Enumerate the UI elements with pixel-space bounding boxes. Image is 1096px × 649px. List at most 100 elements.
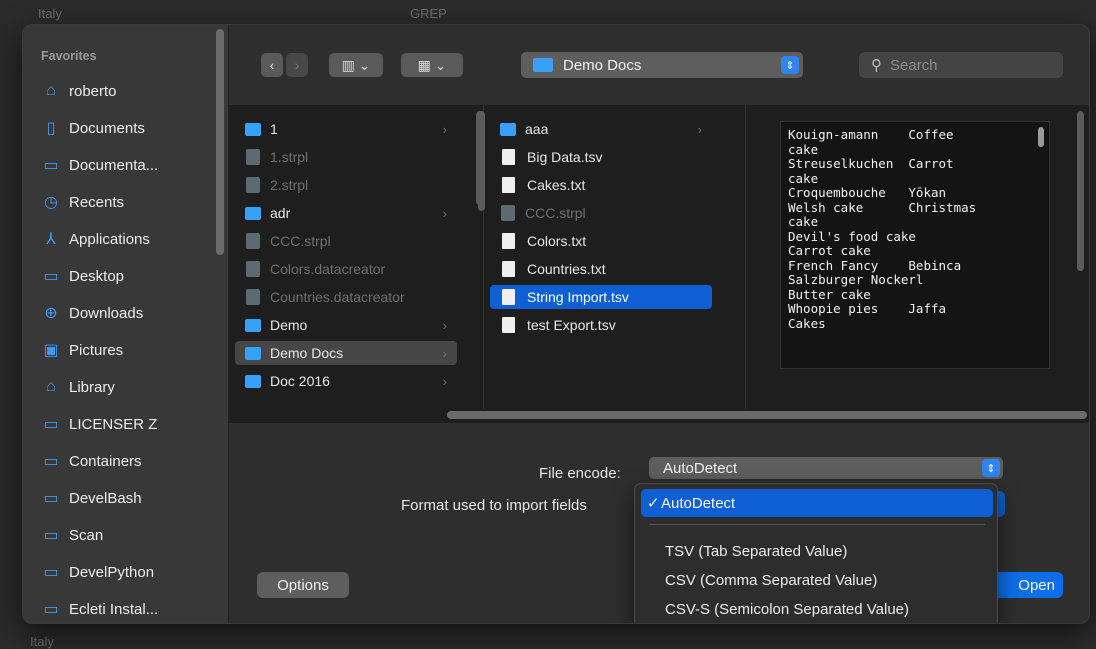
sidebar-item-label: Applications (69, 230, 150, 248)
sidebar-item-label: DevelPython (69, 563, 155, 581)
search-placeholder: Search (890, 56, 938, 74)
location-label: Demo Docs (563, 56, 642, 74)
sidebar-item-develbash[interactable]: ▭ DevelBash (31, 483, 221, 513)
group-button[interactable]: ▦ ⌄ (401, 53, 463, 77)
list-item[interactable]: aaa › (490, 117, 712, 141)
sidebar-item-downloads[interactable]: ⊕ Downloads (31, 298, 221, 328)
document-icon (502, 177, 515, 193)
list-item[interactable]: 1.strpl (235, 145, 457, 169)
menu-item-tsv[interactable]: TSV (Tab Separated Value) (641, 537, 993, 565)
sidebar-item-ecleti-instal[interactable]: ▭ Ecleti Instal... (31, 594, 221, 623)
column-scrollbar[interactable] (478, 111, 485, 211)
options-button[interactable]: Options (257, 572, 349, 598)
file-name: 1 (270, 121, 278, 137)
file-preview: Kouign-amann Coffee cake Streuselkuchen … (780, 121, 1050, 369)
sidebar-item-applications[interactable]: ⅄ Applications (31, 224, 221, 254)
list-item[interactable]: Cakes.txt (490, 173, 712, 197)
list-item[interactable]: CCC.strpl (490, 201, 712, 225)
document-icon (502, 317, 515, 333)
search-icon: ⚲ (871, 57, 882, 74)
file-name: 2.strpl (270, 177, 309, 193)
sidebar-item-documents[interactable]: ▯ Documents (31, 113, 221, 143)
column-scrollbar[interactable] (1077, 111, 1084, 271)
list-item-selected[interactable]: String Import.tsv (490, 285, 712, 309)
file-name: aaa (525, 121, 549, 137)
list-item[interactable]: CCC.strpl (235, 229, 457, 253)
list-item[interactable]: Colors.datacreator (235, 257, 457, 281)
sidebar-item-recents[interactable]: ◷ Recents (31, 187, 221, 217)
home-icon: ⌂ (46, 82, 56, 99)
strpl-file-icon (246, 233, 260, 249)
browser-column-preview: Kouign-amann Coffee cake Streuselkuchen … (746, 105, 1089, 409)
chevron-right-icon: › (294, 57, 300, 73)
file-encode-popup[interactable]: AutoDetect ⇕ (649, 457, 1003, 479)
sidebar-item-label: Pictures (69, 341, 124, 359)
list-item[interactable]: 1 › (235, 117, 457, 141)
forward-button[interactable]: › (286, 53, 308, 77)
preview-scrollbar[interactable] (1038, 127, 1044, 147)
list-item[interactable]: Colors.txt (490, 229, 712, 253)
chevron-right-icon: › (442, 205, 447, 221)
list-item[interactable]: Big Data.tsv (490, 145, 712, 169)
browser-column-1: 1 › 1.strpl 2.strpl adr › CCC.strpl Colors… (229, 105, 484, 409)
file-name: String Import.tsv (527, 289, 629, 305)
list-item[interactable]: Countries.datacreator (235, 285, 457, 309)
columns-view-icon: ▥ ⌄ (341, 56, 371, 73)
file-name: Demo Docs (270, 345, 344, 361)
folder-icon (245, 122, 261, 136)
folder-icon (245, 318, 261, 332)
list-item-selected[interactable]: Demo Docs › (235, 341, 457, 365)
open-file-dialog: Favorites ⌂ roberto ▯ Documents ▭ Docume… (22, 24, 1090, 624)
sidebar-item-licenser-z[interactable]: ▭ LICENSER Z (31, 409, 221, 439)
format-label: Format used to import fields (401, 497, 587, 514)
datacreator-file-icon (246, 261, 260, 277)
strpl-file-icon (246, 177, 260, 193)
checkmark-icon: ✓ (647, 495, 660, 512)
background-text: Italy (30, 634, 54, 649)
chevron-updown-icon: ⇕ (982, 459, 1000, 477)
sidebar-item-roberto[interactable]: ⌂ roberto (31, 76, 221, 106)
list-item[interactable]: Doc 2016 › (235, 369, 457, 393)
download-icon: ⊕ (44, 305, 58, 322)
sidebar-item-documenta[interactable]: ▭ Documenta... (31, 150, 221, 180)
list-item[interactable]: Countries.txt (490, 257, 712, 281)
sidebar-item-label: Library (69, 378, 115, 396)
location-popup[interactable]: Demo Docs ⇕ (521, 52, 803, 78)
chevron-right-icon: › (442, 317, 447, 333)
document-icon: ▯ (46, 120, 56, 137)
search-field[interactable]: ⚲ Search (859, 52, 1063, 78)
list-item[interactable]: 2.strpl (235, 173, 457, 197)
grid-icon: ▦ ⌄ (417, 56, 447, 73)
sidebar-item-develpython[interactable]: ▭ DevelPython (31, 557, 221, 587)
file-encode-value: AutoDetect (663, 459, 738, 477)
document-icon (502, 289, 515, 305)
chevron-updown-icon: ⇕ (781, 56, 799, 74)
file-name: Countries.datacreator (270, 289, 405, 305)
back-button[interactable]: ‹ (261, 53, 283, 77)
sidebar-item-pictures[interactable]: ▣ Pictures (31, 335, 221, 365)
sidebar-item-label: Documenta... (69, 156, 159, 174)
background-text: Italy (38, 6, 62, 21)
horizontal-scrollbar[interactable] (447, 411, 1087, 419)
list-item[interactable]: adr › (235, 201, 457, 225)
view-mode-button[interactable]: ▥ ⌄ (329, 53, 383, 77)
list-item[interactable]: test Export.tsv (490, 313, 712, 337)
file-name: 1.strpl (270, 149, 309, 165)
document-icon (502, 261, 515, 277)
sidebar-item-desktop[interactable]: ▭ Desktop (31, 261, 221, 291)
sidebar-item-containers[interactable]: ▭ Containers (31, 446, 221, 476)
sidebar: Favorites ⌂ roberto ▯ Documents ▭ Docume… (23, 25, 229, 623)
list-item[interactable]: Demo › (235, 313, 457, 337)
menu-item-csv[interactable]: CSV (Comma Separated Value) (641, 566, 993, 594)
chevron-right-icon: › (697, 121, 702, 137)
menu-item-autodetect[interactable]: ✓ AutoDetect (641, 489, 993, 517)
open-button[interactable]: Open (993, 572, 1063, 598)
folder-icon: ▭ (43, 157, 59, 174)
sidebar-item-label: Desktop (69, 267, 125, 285)
sidebar-item-label: DevelBash (69, 489, 142, 507)
strpl-file-icon (246, 149, 260, 165)
menu-item-csv-s[interactable]: CSV-S (Semicolon Separated Value) (641, 595, 993, 623)
sidebar-item-library[interactable]: ⌂ Library (31, 372, 221, 402)
chevron-left-icon: ‹ (269, 57, 275, 73)
sidebar-item-scan[interactable]: ▭ Scan (31, 520, 221, 550)
